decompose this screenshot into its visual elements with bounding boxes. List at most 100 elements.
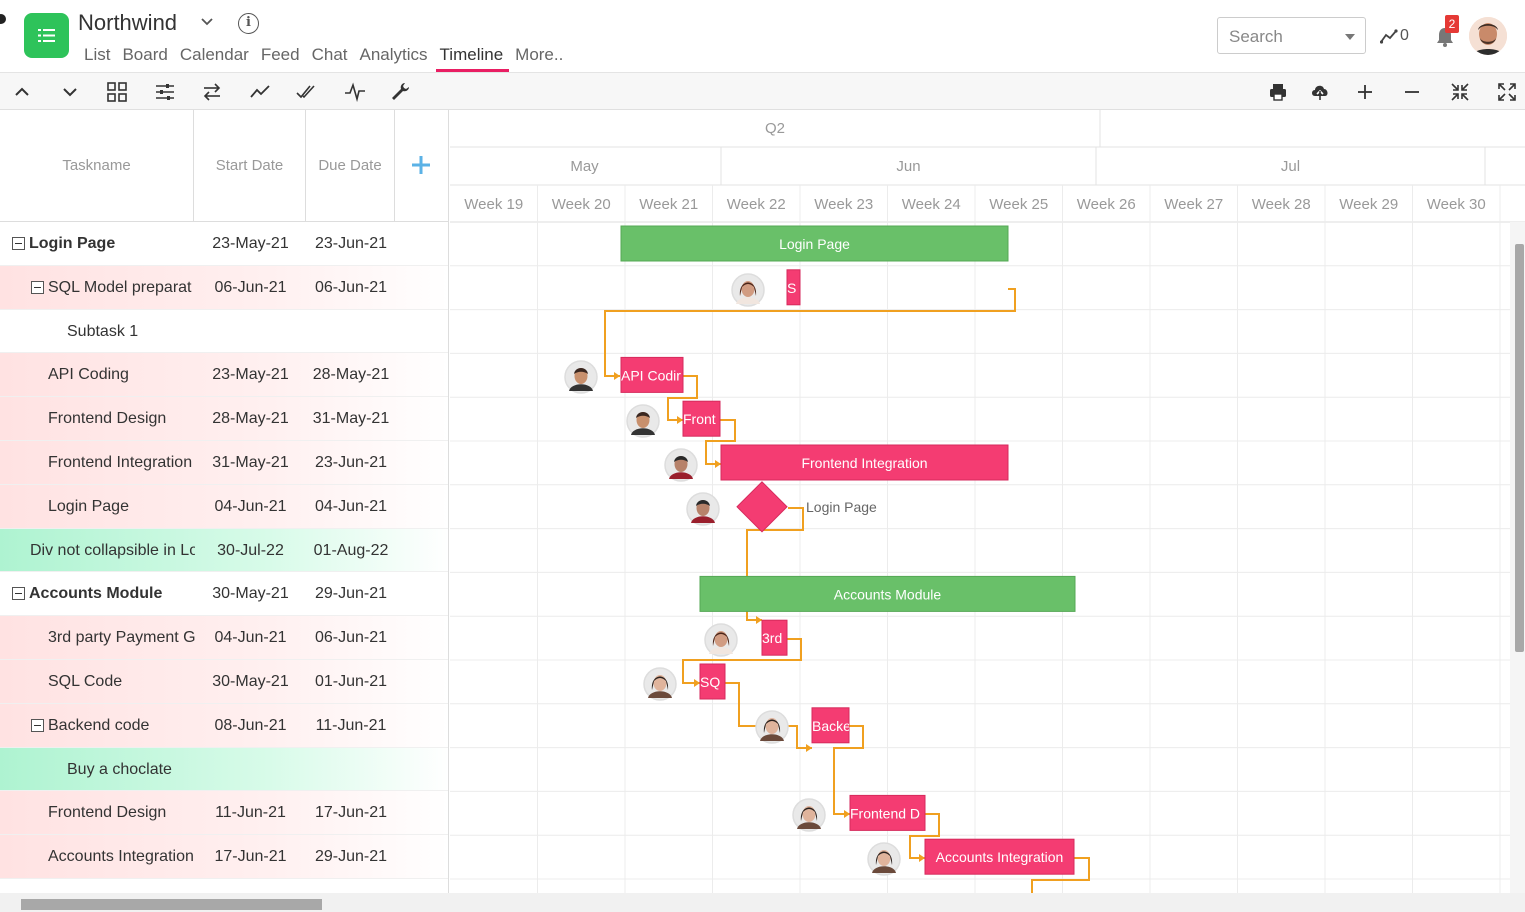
info-icon[interactable]: i xyxy=(238,13,259,34)
week-label: Week 22 xyxy=(727,196,786,213)
cloud-upload-icon[interactable] xyxy=(1309,81,1331,103)
connector-arrow xyxy=(694,679,700,687)
swap-icon[interactable] xyxy=(201,81,223,103)
project-title[interactable]: Northwind xyxy=(78,10,177,36)
grid-icon[interactable] xyxy=(106,81,128,103)
column-header-taskname[interactable]: Taskname xyxy=(0,110,194,222)
task-bar-label: 3rd xyxy=(762,630,782,646)
milestone-diamond[interactable] xyxy=(736,481,788,533)
print-icon[interactable] xyxy=(1267,81,1289,103)
collapse-toggle-icon[interactable] xyxy=(12,587,25,601)
tab-calendar[interactable]: Calendar xyxy=(180,45,249,69)
task-name: API Coding xyxy=(48,366,129,384)
column-header-start-date[interactable]: Start Date xyxy=(194,110,306,222)
task-start-date: 08-Jun-21 xyxy=(214,716,287,734)
gantt-chart: Q2 May Jun Jul Week 19 Week 20 Week 21 Week 22 W… xyxy=(450,110,1525,893)
app-list-icon[interactable] xyxy=(24,13,69,58)
tab-analytics[interactable]: Analytics xyxy=(360,45,428,69)
task-due-date: 23-Jun-21 xyxy=(314,453,388,471)
grid-row[interactable]: Login Page 04-Jun-21 04-Jun-21 xyxy=(0,484,448,529)
pulse-icon[interactable] xyxy=(344,81,366,103)
connector-arrow xyxy=(919,854,925,862)
task-grid: Taskname Start Date Due Date Login Page 2… xyxy=(0,110,449,893)
summary-bar-label: Login Page xyxy=(779,236,850,252)
task-start-date: 28-May-21 xyxy=(212,410,289,428)
task-bar-label: Accounts Integration xyxy=(936,849,1064,865)
grid-row[interactable]: Frontend Design 11-Jun-21 17-Jun-21 xyxy=(0,791,448,836)
vertical-scrollbar[interactable] xyxy=(1510,222,1525,893)
caret-down-icon[interactable] xyxy=(1345,34,1355,40)
grid-row[interactable]: API Coding 23-May-21 28-May-21 xyxy=(0,353,448,398)
tab-timeline[interactable]: Timeline xyxy=(435,45,509,72)
grid-row[interactable]: Frontend Integration 31-May-21 23-Jun-21 xyxy=(0,440,448,485)
summary-bar-label: Accounts Module xyxy=(834,586,942,602)
grid-row[interactable]: SQL Code 30-May-21 01-Jun-21 xyxy=(0,659,448,704)
grid-header: Taskname Start Date Due Date xyxy=(0,110,448,222)
zoom-in-icon[interactable] xyxy=(1354,81,1376,103)
wrench-icon[interactable] xyxy=(389,81,411,103)
task-name: SQL Code xyxy=(48,672,123,690)
task-due-date: 23-Jun-21 xyxy=(314,235,388,252)
week-label: Week 25 xyxy=(989,196,1048,213)
double-check-icon[interactable] xyxy=(296,81,318,103)
connector-arrow xyxy=(844,810,850,818)
zoom-out-icon[interactable] xyxy=(1401,81,1423,103)
week-label: Week 26 xyxy=(1077,196,1136,213)
grid-row[interactable]: Buy a choclate xyxy=(0,747,448,792)
connector-arrow xyxy=(756,616,762,624)
task-start-date: 30-Jul-22 xyxy=(217,541,284,559)
grid-row[interactable]: 3rd party Payment G 04-Jun-21 06-Jun-21 xyxy=(0,616,448,660)
gantt-canvas: Q2 May Jun Jul Week 19 Week 20 Week 21 Week 22 W… xyxy=(450,110,1525,893)
chevron-down-icon[interactable] xyxy=(200,14,214,30)
user-avatar[interactable] xyxy=(1469,17,1507,55)
task-due-date: 06-Jun-21 xyxy=(314,629,388,647)
chevron-down-icon[interactable] xyxy=(59,81,81,103)
task-name: 3rd party Payment G xyxy=(48,629,195,647)
task-name: Frontend Design xyxy=(48,410,167,428)
tab-more[interactable]: More.. xyxy=(515,45,563,69)
collapse-toggle-icon[interactable] xyxy=(31,718,44,732)
task-due-date: 06-Jun-21 xyxy=(314,278,388,296)
task-due-date xyxy=(306,310,396,354)
view-tabs: List Board Calendar Feed Chat Analytics … xyxy=(84,45,575,72)
add-column-icon[interactable] xyxy=(410,154,432,176)
collapse-icon[interactable] xyxy=(1449,81,1471,103)
vertical-scroll-thumb[interactable] xyxy=(1515,244,1524,652)
week-label: Week 23 xyxy=(814,196,873,213)
sliders-icon[interactable] xyxy=(154,81,176,103)
tab-board[interactable]: Board xyxy=(122,45,167,69)
tab-chat[interactable]: Chat xyxy=(312,45,348,69)
week-label: Week 24 xyxy=(902,196,961,213)
horizontal-scroll-thumb[interactable] xyxy=(21,899,322,910)
edge-dot xyxy=(0,14,6,24)
task-due-date xyxy=(306,748,396,792)
grid-row[interactable]: SQL Model preparat 06-Jun-21 06-Jun-21 xyxy=(0,265,448,310)
week-label: Week 27 xyxy=(1164,196,1223,213)
grid-row[interactable]: Div not collapsible in Lo 30-Jul-22 01-Aug… xyxy=(0,528,448,573)
connector-arrow xyxy=(715,460,721,468)
trend-icon[interactable] xyxy=(249,81,271,103)
tab-feed[interactable]: Feed xyxy=(261,45,300,69)
activity-indicator[interactable]: 0 xyxy=(1380,27,1409,45)
horizontal-scrollbar[interactable] xyxy=(0,893,1525,912)
task-start-date: 04-Jun-21 xyxy=(214,629,287,647)
connector-arrow xyxy=(614,372,620,380)
grid-row[interactable]: Frontend Design 28-May-21 31-May-21 xyxy=(0,397,448,441)
collapse-toggle-icon[interactable] xyxy=(31,280,44,294)
grid-row[interactable]: Login Page 23-May-21 23-Jun-21 xyxy=(0,222,448,266)
task-due-date: 31-May-21 xyxy=(312,410,390,428)
task-start-date: 31-May-21 xyxy=(212,453,289,471)
week-label: Week 20 xyxy=(552,196,611,213)
tab-list[interactable]: List xyxy=(84,45,110,69)
grid-row[interactable]: Accounts Module 30-May-21 29-Jun-21 xyxy=(0,572,448,617)
chevron-up-icon[interactable] xyxy=(11,81,33,103)
grid-row[interactable]: Backend code 08-Jun-21 11-Jun-21 xyxy=(0,703,448,748)
expand-icon[interactable] xyxy=(1496,81,1518,103)
grid-row[interactable]: Accounts Integration 17-Jun-21 29-Jun-21 xyxy=(0,835,448,879)
collapse-toggle-icon[interactable] xyxy=(12,237,25,250)
search-input[interactable]: Search xyxy=(1217,17,1366,54)
column-header-due-date[interactable]: Due Date xyxy=(306,110,395,222)
task-bar-label: SQ xyxy=(700,674,720,690)
grid-row[interactable]: Subtask 1 xyxy=(0,310,448,354)
notification-badge: 2 xyxy=(1445,15,1459,33)
